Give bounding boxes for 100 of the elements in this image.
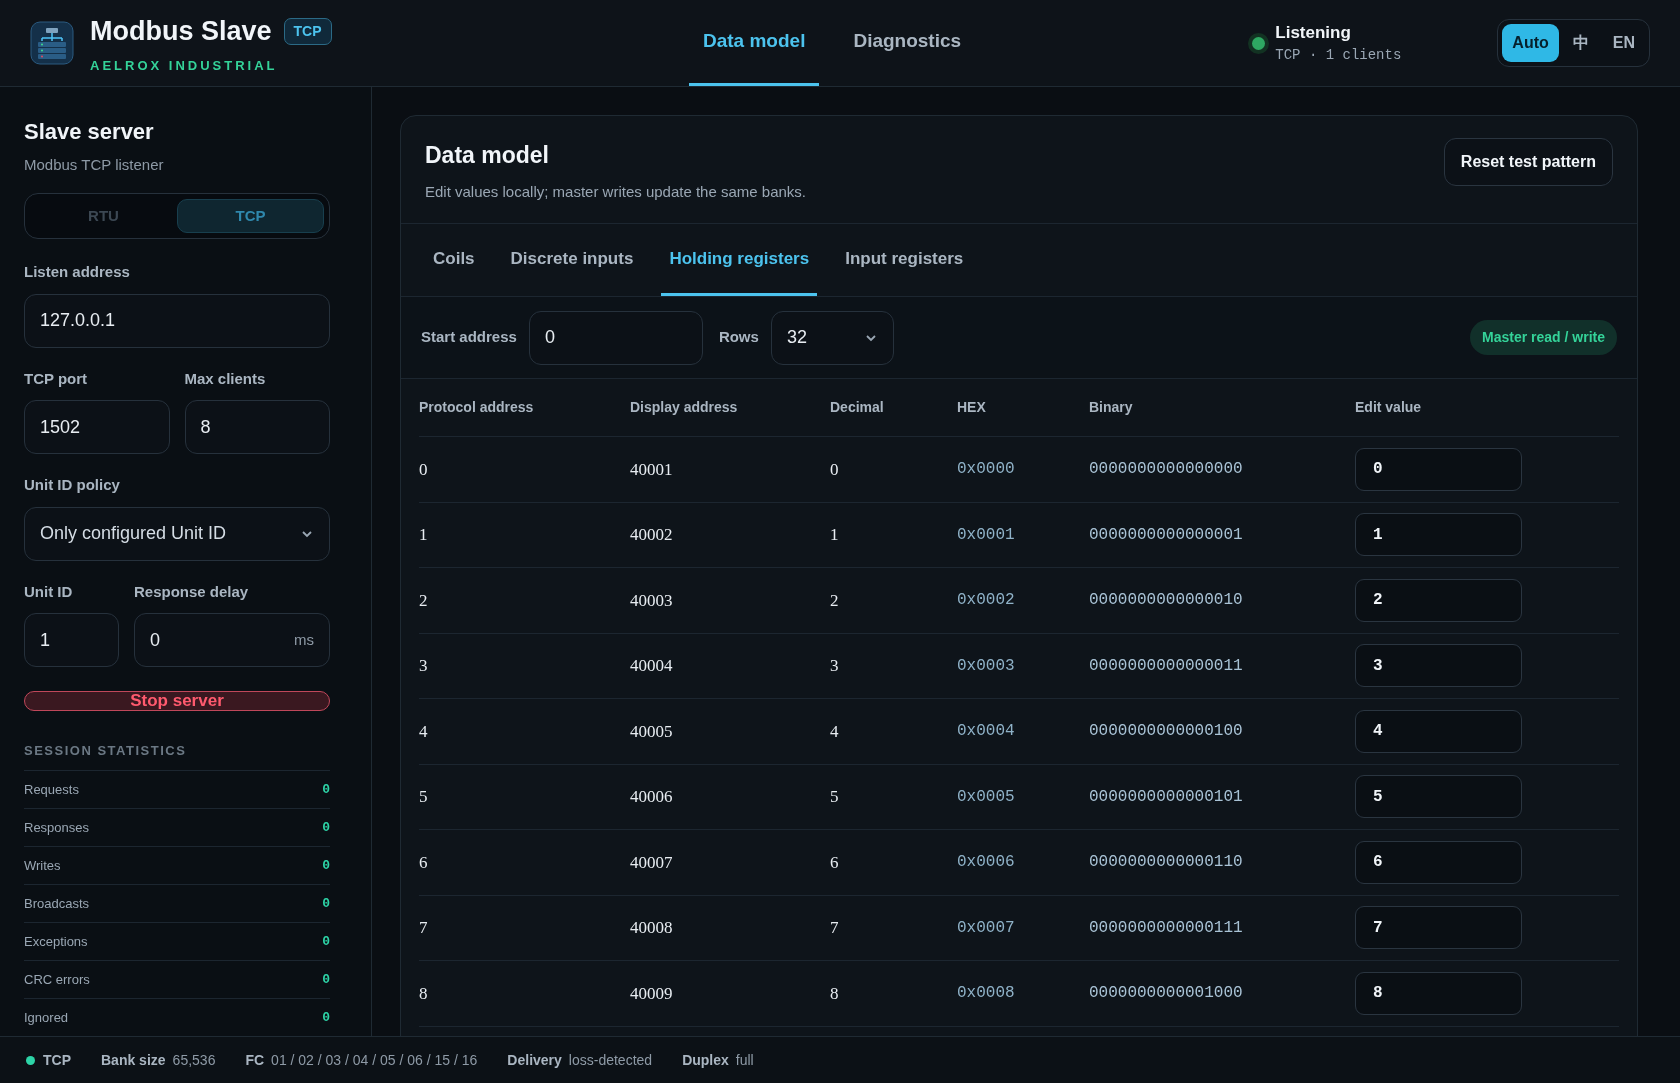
- table-cell-text: 40007: [630, 851, 674, 874]
- stat-value: 0: [322, 894, 330, 913]
- table-cell-text: 40006: [630, 786, 674, 808]
- policy-select[interactable]: Only configured Unit ID: [24, 506, 330, 561]
- stat-value: 0: [322, 970, 330, 989]
- table-cell-text: 7: [419, 917, 429, 939]
- table-cell-text: 0x0004: [957, 721, 1016, 743]
- bank-tab[interactable]: Coils: [425, 224, 483, 296]
- field-label: Max clients: [184, 368, 267, 389]
- language-option[interactable]: EN: [1602, 24, 1645, 62]
- edit-value-field[interactable]: 7: [1355, 906, 1522, 950]
- input-field[interactable]: 127.0.0.1: [24, 293, 330, 348]
- table-cell-text: 0000000000001000: [1089, 983, 1244, 1005]
- stat-label: Responses: [24, 818, 90, 837]
- field-label: Start address: [421, 327, 517, 348]
- stat-value: 0: [322, 932, 330, 951]
- edit-value-field[interactable]: 2: [1355, 578, 1522, 622]
- panel-title: Slave server: [24, 118, 155, 146]
- bank-tab[interactable]: Input registers: [837, 224, 972, 296]
- rows-select[interactable]: 32: [770, 310, 894, 365]
- edit-value-field[interactable]: 1: [1355, 513, 1522, 557]
- column-header: Edit value: [1355, 398, 1423, 417]
- table-cell-text: 0000000000000100: [1089, 721, 1244, 743]
- edit-value-field[interactable]: 3: [1355, 644, 1522, 688]
- company-name: AELROX INDUSTRIAL: [90, 56, 279, 75]
- stat-label: Requests: [24, 780, 79, 799]
- table-cell-text: 2: [419, 589, 429, 612]
- table-cell-text: 0x0001: [957, 524, 1016, 546]
- app-title: Modbus Slave: [90, 15, 272, 48]
- column-header: Display address: [630, 398, 739, 417]
- edit-value-field[interactable]: 4: [1355, 709, 1522, 753]
- table-cell-text: 1: [419, 524, 429, 546]
- stat-label: Ignored: [24, 1008, 69, 1027]
- table-cell-text: 2: [830, 589, 840, 612]
- edit-value-field[interactable]: 8: [1355, 971, 1522, 1015]
- table-cell-text: 0000000000000101: [1089, 786, 1244, 808]
- edit-value-field[interactable]: 5: [1355, 775, 1522, 819]
- nav-tab[interactable]: Diagnostics: [839, 0, 976, 86]
- card-description: Edit values locally; master writes update the same banks.: [425, 181, 806, 202]
- stat-value: 0: [322, 818, 330, 837]
- table-cell-text: 40002: [630, 524, 674, 546]
- status-value: full: [735, 1050, 754, 1070]
- table-cell-text: 0000000000000010: [1089, 590, 1244, 612]
- field-label: Unit ID: [24, 581, 74, 602]
- table-cell-text: 0x0005: [957, 786, 1016, 808]
- table-cell-text: 3: [419, 655, 429, 677]
- access-badge: Master read / write: [1470, 320, 1617, 355]
- edit-value-field[interactable]: 0: [1355, 447, 1522, 491]
- column-header: Binary: [1089, 398, 1134, 417]
- table-cell-text: 3: [830, 655, 840, 677]
- section-heading: SESSION STATISTICS: [24, 741, 188, 760]
- status-label: Bank size: [101, 1050, 166, 1070]
- bank-tab[interactable]: Discrete inputs: [502, 224, 642, 296]
- field-label: Unit ID policy: [24, 475, 121, 496]
- table-cell-text: 0: [419, 458, 429, 481]
- table-cell-text: 40008: [630, 917, 674, 939]
- table-cell-text: 5: [830, 786, 840, 808]
- input-field[interactable]: 1: [24, 613, 119, 668]
- table-cell-text: 0x0000: [957, 459, 1016, 481]
- input-field[interactable]: 0 ms: [134, 613, 330, 668]
- table-cell-text: 0: [830, 458, 840, 481]
- language-option[interactable]: Auto: [1502, 24, 1559, 62]
- table-cell-text: 7: [830, 917, 840, 939]
- status-value: 01 / 02 / 03 / 04 / 05 / 06 / 15 / 16: [271, 1050, 478, 1070]
- mode-option[interactable]: TCP: [177, 198, 324, 234]
- connection-status: Listening: [1275, 21, 1352, 44]
- protocol-badge: TCP: [283, 17, 332, 45]
- stop-server-button[interactable]: Stop server: [24, 691, 330, 711]
- table-cell-text: 4: [830, 720, 840, 743]
- field-label: TCP port: [24, 368, 89, 389]
- status-label: Duplex: [682, 1050, 729, 1070]
- table-cell-text: 0x0002: [957, 590, 1016, 612]
- table-cell-text: 40001: [630, 458, 674, 481]
- edit-value-field[interactable]: 6: [1355, 840, 1522, 884]
- table-cell-text: 40004: [630, 655, 674, 677]
- input-field[interactable]: 1502: [24, 400, 170, 455]
- field-label: Response delay: [134, 581, 250, 602]
- input-field[interactable]: 8: [184, 400, 330, 455]
- stat-value: 0: [322, 780, 330, 799]
- status-value: 65,536: [172, 1050, 216, 1070]
- nav-tab[interactable]: Data model: [689, 0, 820, 86]
- table-cell-text: 40003: [630, 589, 674, 612]
- table-cell-text: 4: [419, 720, 429, 743]
- table-cell-text: 0000000000000001: [1089, 524, 1244, 546]
- card-title: Data model: [425, 141, 550, 170]
- stat-value: 0: [322, 1008, 330, 1027]
- column-header: HEX: [957, 398, 987, 417]
- table-cell-text: 0000000000000011: [1089, 655, 1244, 677]
- language-option[interactable]: 中: [1562, 24, 1599, 62]
- table-cell-text: 0x0008: [957, 983, 1016, 1005]
- table-cell-text: 0x0007: [957, 917, 1016, 939]
- table-cell-text: 0000000000000110: [1089, 852, 1244, 874]
- start-address-field[interactable]: 0: [528, 310, 703, 365]
- stat-label: Broadcasts: [24, 894, 90, 913]
- connection-detail: TCP · 1 clients: [1275, 46, 1402, 66]
- reset-button[interactable]: Reset test pattern: [1443, 138, 1613, 186]
- stat-label: Writes: [24, 856, 61, 875]
- panel-subtitle: Modbus TCP listener: [24, 155, 165, 175]
- status-value: loss-detected: [568, 1050, 653, 1070]
- protocol-label: TCP: [43, 1050, 71, 1070]
